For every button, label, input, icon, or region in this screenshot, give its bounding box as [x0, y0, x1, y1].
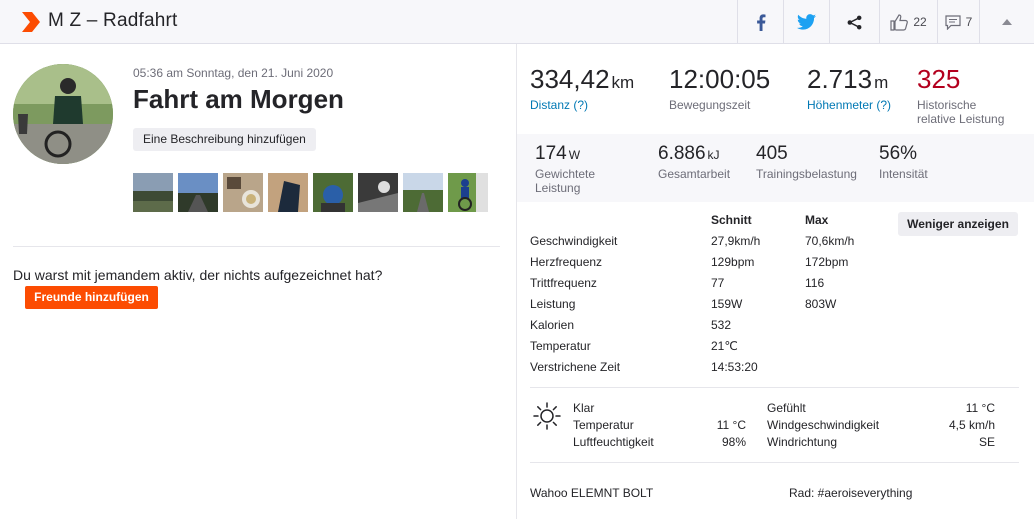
- weather-wind-dir-value: SE: [978, 435, 995, 449]
- weighted-power-label: Gewichtete Leistung: [535, 167, 596, 195]
- relative-effort-value: 325: [917, 64, 961, 94]
- weather-feels-value: 11 °C: [965, 401, 995, 415]
- weather-temp-value: 11 °C: [716, 418, 746, 432]
- distance-value: 334,42: [530, 64, 610, 94]
- activity-header: M Z – Radfahrt 22 7: [0, 0, 1034, 44]
- elevation-value: 2.713: [807, 64, 873, 94]
- comments-button[interactable]: 7: [937, 0, 979, 44]
- photo-thumbnail[interactable]: [313, 173, 353, 212]
- table-row: Geschwindigkeit 27,9km/h 70,6km/h: [530, 234, 855, 248]
- caret-up-icon: [1002, 19, 1012, 25]
- stat-distance: 334,42 km Distanz (?): [530, 64, 634, 112]
- intensity-value: 56%: [879, 143, 918, 164]
- facebook-icon: [756, 13, 765, 31]
- total-work-label: Gesamtarbeit: [658, 167, 731, 181]
- photo-thumbnail[interactable]: [403, 173, 443, 212]
- moving-time-value: 12:00:05: [669, 64, 771, 94]
- stat-elevation: 2.713 m Höhenmeter (?): [807, 64, 891, 112]
- photo-thumbnail[interactable]: [178, 173, 218, 212]
- avatar-photo: [13, 64, 113, 164]
- weather-divider-top: [530, 387, 1019, 388]
- weather-wind-dir-label: Windrichtung: [767, 435, 838, 449]
- intensity-label: Intensität: [879, 167, 928, 181]
- column-divider: [516, 44, 517, 519]
- left-divider: [13, 246, 500, 247]
- table-row: Temperatur 21℃: [530, 339, 738, 353]
- weather-humidity-value: 98%: [721, 435, 746, 449]
- table-row: Trittfrequenz 77 116: [530, 276, 825, 290]
- training-load-value: 405: [756, 143, 788, 164]
- photo-thumbnail[interactable]: [448, 173, 488, 212]
- activity-title: Fahrt am Morgen: [133, 84, 344, 114]
- unrecorded-companion-prompt: Du warst mit jemandem aktiv, der nichts …: [13, 267, 383, 283]
- kudos-button[interactable]: 22: [879, 0, 937, 44]
- comment-icon: [945, 14, 961, 30]
- thumbs-up-icon: [890, 13, 909, 31]
- total-work-value: 6.886: [658, 143, 706, 164]
- stat-relative-effort[interactable]: 325 Historische relative Leistung: [917, 64, 1004, 126]
- table-row: Herzfrequenz 129bpm 172bpm: [530, 255, 849, 269]
- weighted-power-value: 174: [535, 143, 567, 164]
- photo-thumbnail[interactable]: [358, 173, 398, 212]
- stat-total-work: 6.886 kJ Gesamtarbeit: [658, 143, 730, 181]
- collapse-button[interactable]: [979, 0, 1034, 44]
- stat-moving-time: 12:00:05 Bewegungszeit: [669, 64, 770, 112]
- relative-effort-label: Historische relative Leistung: [917, 98, 1005, 126]
- total-work-unit: kJ: [707, 148, 720, 162]
- share-button[interactable]: [829, 0, 879, 44]
- share-facebook-button[interactable]: [737, 0, 783, 44]
- photo-thumbnail[interactable]: [268, 173, 308, 212]
- training-load-label: Trainingsbelastung: [756, 167, 857, 181]
- share-icon: [847, 15, 862, 29]
- weather-feels-label: Gefühlt: [767, 401, 806, 415]
- distance-label-link[interactable]: Distanz (?): [530, 98, 634, 112]
- weather-humidity-label: Luftfeuchtigkeit: [573, 435, 654, 449]
- elevation-label-link[interactable]: Höhenmeter (?): [807, 98, 891, 112]
- strava-chevron-icon: [22, 12, 40, 32]
- show-less-button[interactable]: Weniger anzeigen: [898, 212, 1018, 236]
- photo-thumbnail[interactable]: [223, 173, 263, 212]
- sun-icon: [533, 402, 561, 430]
- bike-name[interactable]: Rad: #aeroiseverything: [789, 486, 912, 500]
- table-row: Leistung 159W 803W: [530, 297, 837, 311]
- weather-wind-speed-label: Windgeschwindigkeit: [767, 418, 880, 432]
- comments-count: 7: [965, 15, 973, 29]
- moving-time-label: Bewegungszeit: [669, 98, 751, 112]
- athlete-avatar[interactable]: [13, 64, 113, 164]
- table-row: Kalorien 532: [530, 318, 732, 332]
- stat-training-load: 405 Trainingsbelastung: [756, 143, 857, 181]
- weather-wind-speed-value: 4,5 km/h: [948, 418, 995, 432]
- header-title: M Z – Radfahrt: [48, 10, 178, 31]
- add-friends-button[interactable]: Freunde hinzufügen: [25, 286, 158, 309]
- kudos-count: 22: [913, 15, 927, 29]
- photo-strip: [133, 173, 488, 212]
- add-description-button[interactable]: Eine Beschreibung hinzufügen: [133, 128, 316, 151]
- column-header-avg: Schnitt: [711, 213, 752, 227]
- elevation-unit: m: [874, 73, 889, 92]
- weather-divider-bottom: [530, 462, 1019, 463]
- weather-temp-label: Temperatur: [573, 418, 634, 432]
- stat-weighted-power: 174 W Gewichtete Leistung: [535, 143, 595, 195]
- photo-thumbnail[interactable]: [133, 173, 173, 212]
- stat-intensity: 56% Intensität: [879, 143, 928, 181]
- activity-datetime: 05:36 am Sonntag, den 21. Juni 2020: [133, 66, 334, 80]
- column-header-max: Max: [805, 213, 829, 227]
- table-row: Verstrichene Zeit 14:53:20: [530, 360, 758, 374]
- twitter-icon: [797, 14, 816, 30]
- share-twitter-button[interactable]: [783, 0, 829, 44]
- weighted-power-unit: W: [568, 148, 581, 162]
- device-name: Wahoo ELEMNT BOLT: [530, 486, 654, 500]
- distance-unit: km: [611, 73, 635, 92]
- weather-condition: Klar: [573, 401, 595, 415]
